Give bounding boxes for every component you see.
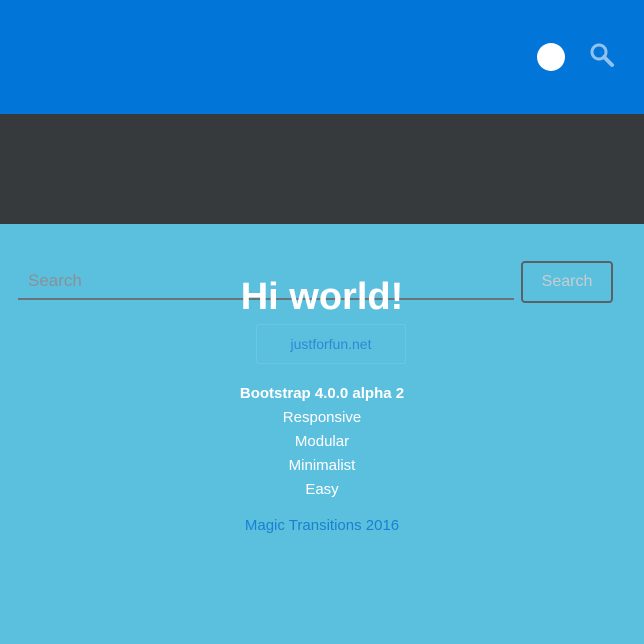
- feature-item: Bootstrap 4.0.0 alpha 2: [239, 385, 405, 402]
- avatar-dot-icon[interactable]: [537, 43, 565, 71]
- feature-item: Minimalist: [288, 457, 356, 474]
- top-navbar: [0, 0, 644, 114]
- feature-item: Easy: [305, 481, 339, 498]
- feature-item: Modular: [294, 433, 350, 450]
- search-icon-graphic: [590, 43, 614, 67]
- hero-section: Hi world! justforfun.net Bootstrap 4.0.0…: [0, 224, 644, 644]
- made-with-link[interactable]: Magic Transitions 2016: [0, 517, 644, 534]
- search-icon[interactable]: [587, 40, 617, 70]
- search-bar: Search: [0, 114, 644, 303]
- feature-list: Bootstrap 4.0.0 alpha 2 Responsive Modul…: [0, 382, 644, 502]
- feature-item: Responsive: [282, 409, 362, 426]
- page-title: Hi world!: [240, 276, 404, 318]
- site-link-button[interactable]: justforfun.net: [256, 324, 406, 364]
